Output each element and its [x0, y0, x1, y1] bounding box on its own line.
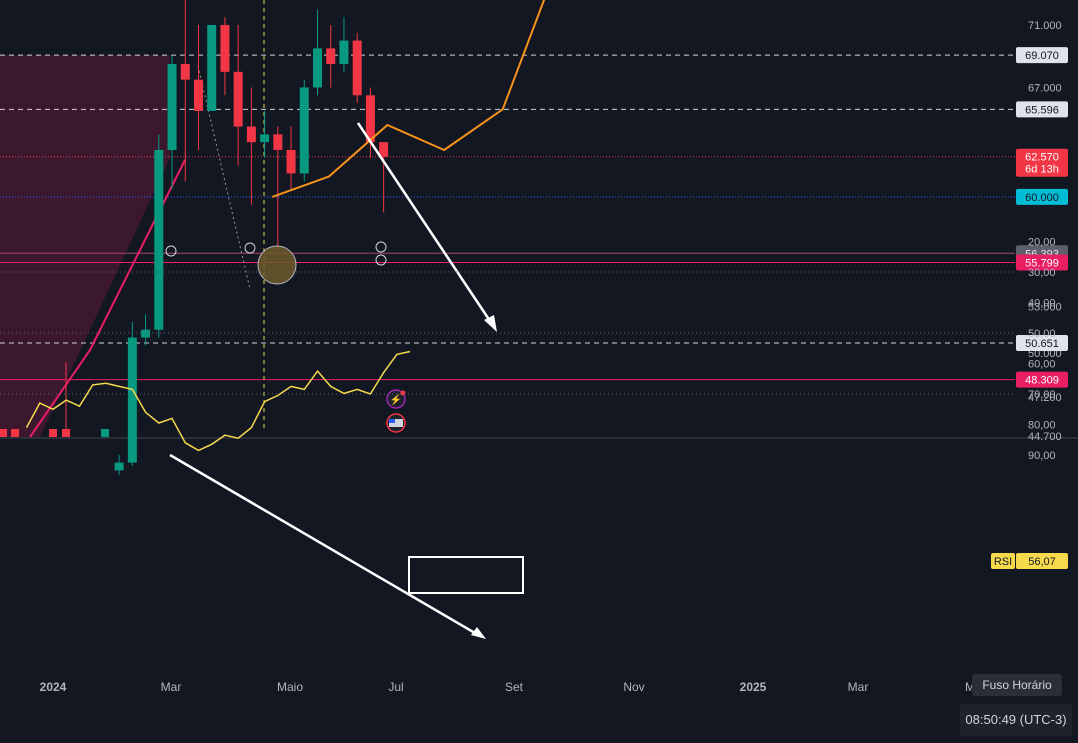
rsi-tick: 60,00 — [1028, 359, 1056, 371]
candle-2024-05-13 — [299, 87, 309, 174]
time-label-Maio: Maio — [277, 680, 303, 694]
candle-partial — [101, 429, 109, 437]
rsi-tick: 30,00 — [1028, 267, 1056, 279]
rsi-tick: 90,00 — [1028, 450, 1056, 462]
candle-partial — [0, 429, 7, 437]
candle-partial — [11, 429, 19, 437]
time-label-Mar: Mar — [848, 680, 869, 694]
candle-2024-03-18 — [193, 79, 203, 111]
candle-2024-03-04 — [167, 64, 177, 150]
bottom-toolbar — [0, 698, 1078, 743]
time-label-Mar: Mar — [161, 680, 182, 694]
time-label-Jul: Jul — [388, 680, 403, 694]
notification-dot — [400, 390, 406, 396]
price-tick: 67.000 — [1028, 82, 1062, 94]
rsi-tick: 70,00 — [1028, 389, 1056, 401]
candle-2024-04-29 — [273, 134, 283, 150]
candle-2024-02-12 — [127, 337, 137, 463]
price-badge-text: 60.000 — [1025, 192, 1059, 204]
price-badge-text: 69.070 — [1025, 50, 1059, 62]
candle-2024-03-25 — [207, 24, 217, 111]
rsi-name-text: RSI — [994, 556, 1012, 568]
candle-2024-06-03 — [339, 40, 349, 65]
rsi-tick: 20,00 — [1028, 237, 1056, 249]
rsi-tick: 80,00 — [1028, 420, 1056, 432]
candle-2024-02-05 — [114, 462, 124, 471]
time-label-Nov: Nov — [623, 680, 644, 694]
time-label-2024: 2024 — [40, 680, 67, 694]
clock-button[interactable]: 08:50:49 (UTC-3) — [960, 704, 1072, 736]
candle-2024-02-19 — [141, 329, 151, 338]
candle-2024-04-01 — [220, 24, 230, 72]
countdown-text: 6d 13h — [1025, 164, 1059, 176]
rsi-value-text: 56,07 — [1028, 556, 1056, 568]
price-badge-text: 62.570 — [1025, 152, 1059, 164]
candle-2024-05-06 — [286, 149, 296, 174]
candle-partial — [49, 429, 57, 437]
candle-2024-03-11 — [180, 64, 190, 80]
candle-2024-04-15 — [246, 126, 256, 143]
flag-canton — [389, 419, 395, 423]
candle-2024-04-08 — [233, 71, 243, 127]
price-chart[interactable]: ⚡84.00079.00075.00071.00067.00053.00050.… — [0, 0, 1078, 743]
price-tick: 44.700 — [1028, 431, 1062, 443]
highlight-circle — [257, 245, 297, 285]
price-badge-text: 65.596 — [1025, 104, 1059, 116]
price-badge-text: 48.309 — [1025, 375, 1059, 387]
rsi-tick: 40,00 — [1028, 298, 1056, 310]
candle-2024-05-27 — [326, 48, 336, 65]
candle-2024-04-22 — [260, 134, 270, 143]
price-tick: 71.000 — [1028, 20, 1062, 32]
time-label-2025: 2025 — [740, 680, 767, 694]
lightning-glyph: ⚡ — [390, 393, 402, 406]
rsi-tick: 50,00 — [1028, 328, 1056, 340]
time-label-Set: Set — [505, 680, 524, 694]
candle-2024-05-20 — [313, 48, 323, 88]
timezone-tooltip[interactable]: Fuso Horário — [972, 674, 1062, 696]
candle-2024-02-26 — [154, 149, 164, 330]
candle-2024-06-10 — [352, 40, 362, 96]
